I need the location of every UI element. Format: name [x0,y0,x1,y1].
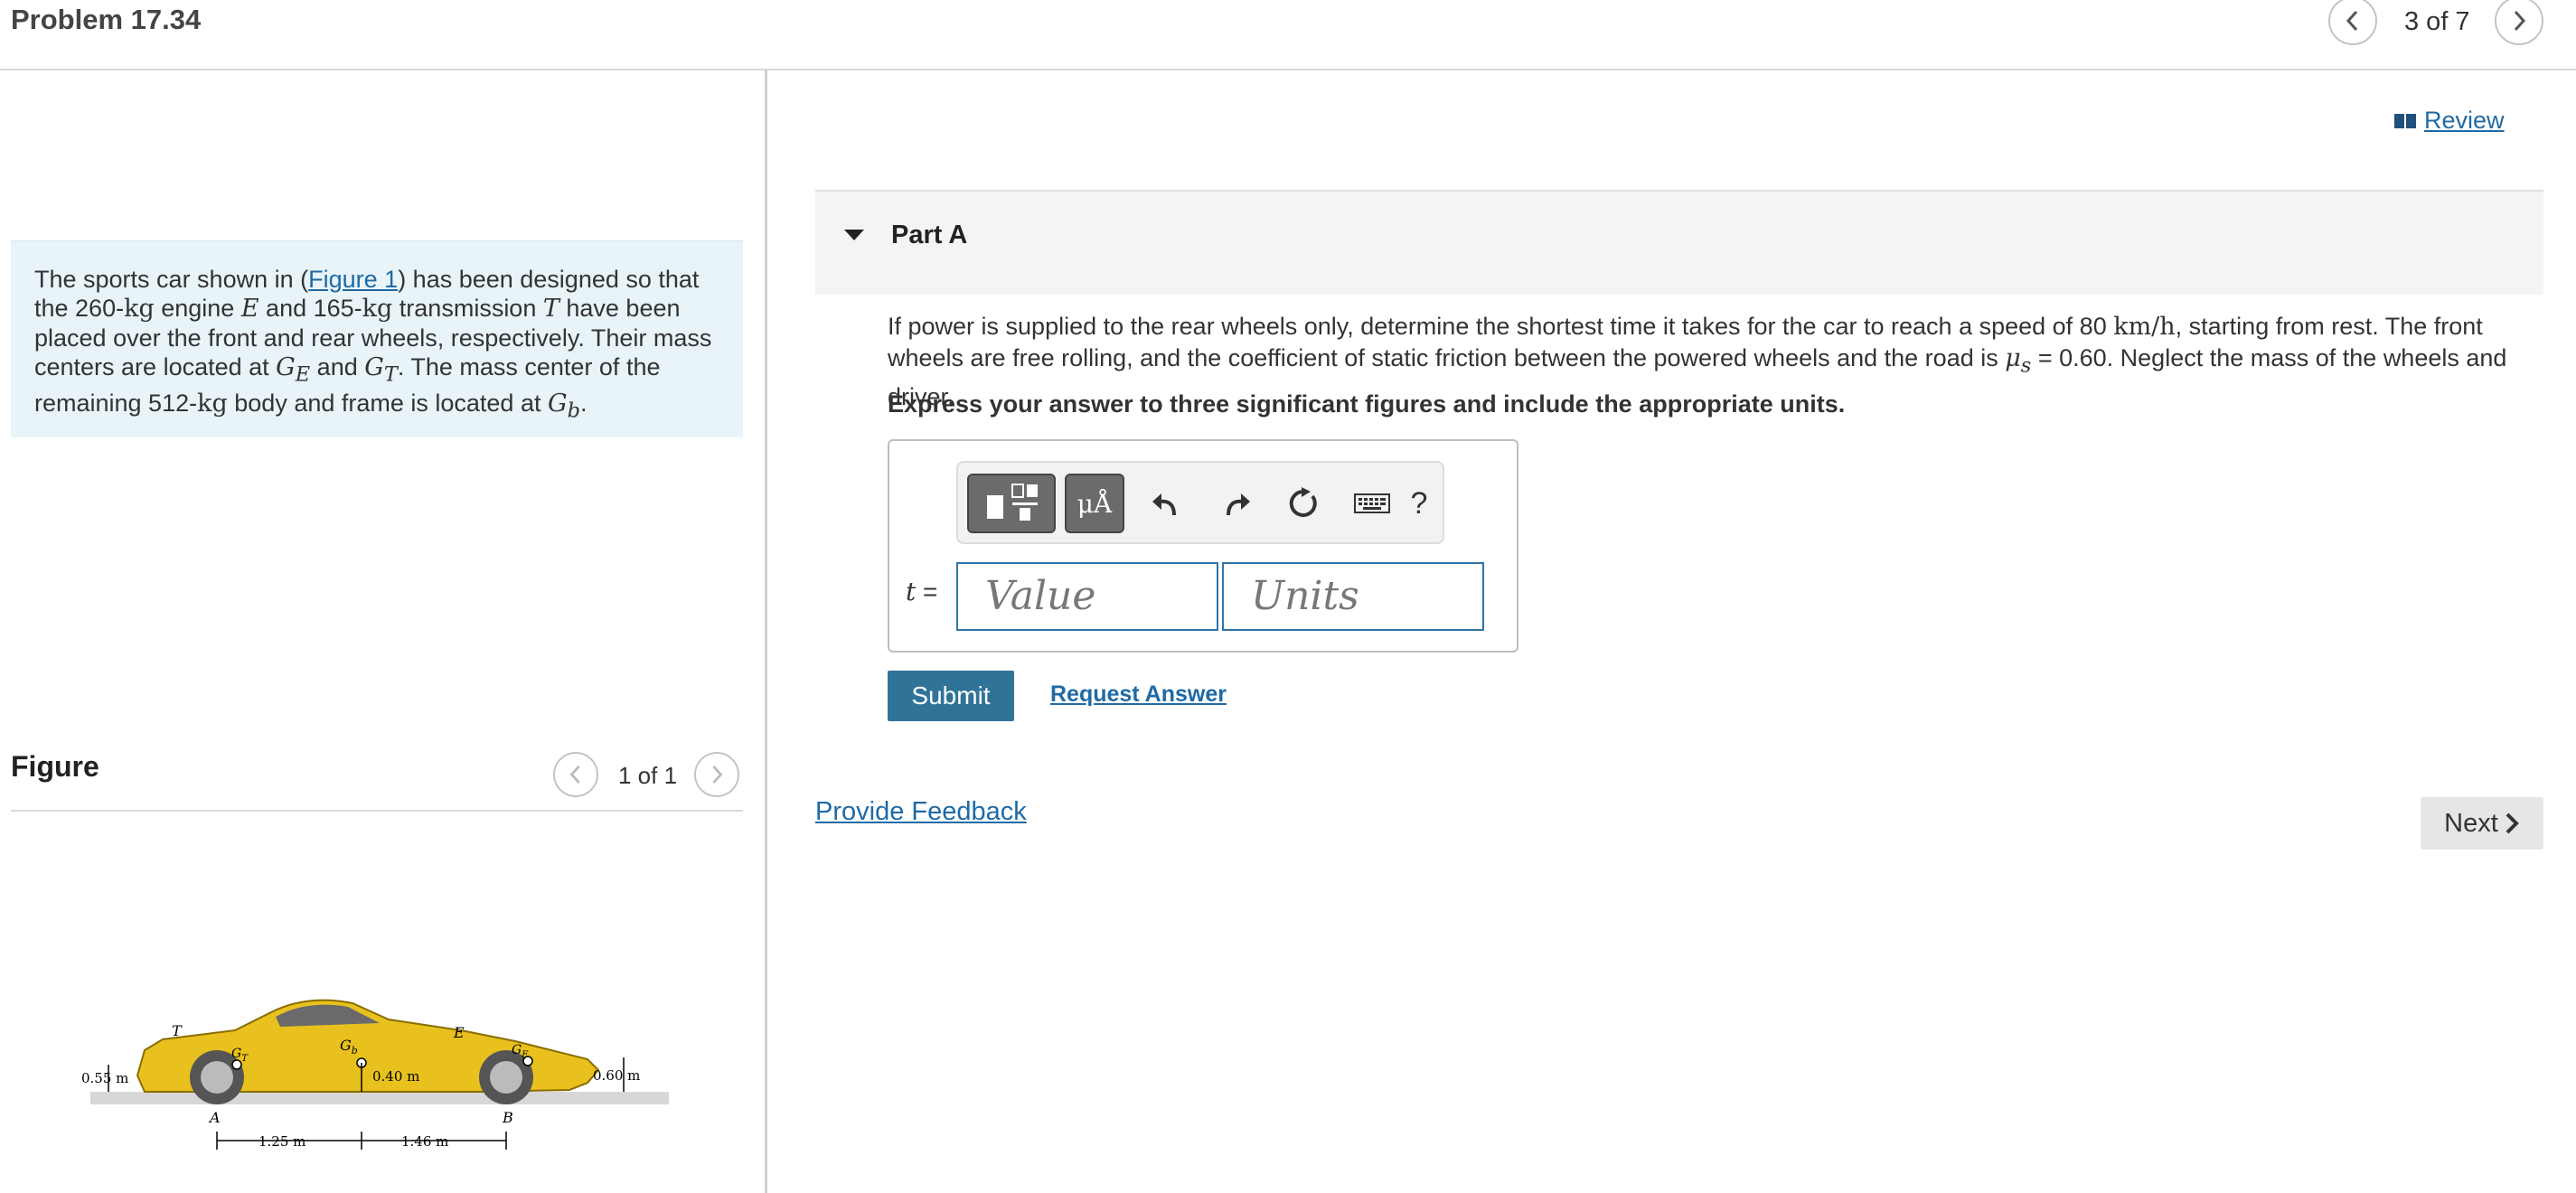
next-label: Next [2444,808,2498,838]
book-icon [2394,113,2416,128]
submit-button[interactable]: Submit [888,671,1014,721]
dim-146: 1.46 m [401,1133,448,1150]
unit-kg: kg [124,295,155,323]
templates-button[interactable] [967,474,1056,533]
pane-divider[interactable] [765,70,767,1193]
ground [90,1092,669,1104]
problem-title: Problem 17.34 [11,4,202,35]
math-toolbar: μÅ ? [956,461,1444,544]
intro-text: and 165- [259,295,362,322]
intro-text: body and frame is located at [227,390,548,418]
answer-box: μÅ ? t = Value Units [888,439,1518,653]
reset-button[interactable] [1276,474,1330,533]
chevron-left-icon [2346,10,2358,32]
unit-kmh: km/h [2113,313,2176,341]
label-b: B [502,1109,513,1126]
figure-divider [11,810,743,812]
redo-icon [1227,493,1250,516]
undo-icon [1152,493,1176,516]
chevron-right-icon [712,765,723,784]
label-a: A [208,1109,221,1126]
next-problem-button[interactable] [2495,0,2543,45]
chevron-left-icon [569,765,580,784]
intro-text: The sports car shown in ( [34,266,309,293]
next-button[interactable]: Next [2421,797,2543,850]
symbol-mu: μ [2005,344,2021,372]
intro-text: engine [154,295,241,322]
units-input[interactable]: Units [1222,562,1484,631]
next-figure-button[interactable] [694,752,739,797]
chevron-right-icon [2505,813,2519,834]
symbol-ge: G [276,353,296,381]
dim-055: 0.55 m [81,1070,128,1086]
keyboard-icon [1354,493,1390,513]
provide-feedback-link[interactable]: Provide Feedback [815,797,1027,827]
symbol-gb: G [547,390,568,418]
reset-icon [1289,487,1317,517]
answer-instruction: Express your answer to three significant… [888,390,1846,418]
undo-button[interactable] [1139,474,1193,533]
symbol-gt: G [364,353,384,381]
unit-kg: kg [197,390,228,418]
symbol-mu-sub: s [2020,353,2032,378]
symbol-ge-sub: E [295,362,311,387]
keyboard-button[interactable] [1345,474,1399,533]
figure-title: Figure [11,750,99,783]
redo-button[interactable] [1209,474,1264,533]
review-link[interactable]: Review [2393,107,2505,135]
variable-label: t = [906,577,938,606]
problem-pager: 3 of 7 [2404,7,2470,36]
sports-car-figure[interactable]: T Gb E GT GE A B 0.55 m 0.40 m 0.60 m 1.… [81,976,678,1157]
symbol-e: E [240,295,259,323]
dim-040: 0.40 m [372,1068,419,1085]
value-input[interactable]: Value [956,562,1218,631]
dim-060: 0.60 m [593,1067,640,1084]
help-button[interactable]: ? [1392,474,1446,533]
symbol-gt-sub: T [383,362,398,387]
symbol-gb-sub: b [567,399,580,423]
figure-link[interactable]: Figure 1 [308,266,398,293]
intro-text: . [579,390,588,418]
caret-down-icon [844,230,864,240]
problem-statement: The sports car shown in (Figure 1) has b… [11,240,743,437]
label-t: T [172,1022,183,1039]
symbols-button[interactable]: μÅ [1065,474,1124,533]
previous-figure-button[interactable] [553,752,598,797]
problem-header: Problem 17.34 3 of 7 [0,0,2576,70]
templates-icon [987,484,1038,521]
figure-pager: 1 of 1 [618,762,678,789]
previous-problem-button[interactable] [2328,0,2377,45]
request-answer-link[interactable]: Request Answer [1050,681,1227,708]
part-a-header[interactable]: Part A [815,190,2543,295]
review-label: Review [2424,107,2505,134]
dim-125: 1.25 m [259,1133,306,1150]
label-e: E [453,1024,465,1041]
intro-text: and [310,353,365,380]
part-a-label: Part A [891,221,968,249]
unit-kg: kg [362,295,393,323]
chevron-right-icon [2514,10,2526,32]
intro-text: transmission [392,295,543,322]
symbol-t: T [542,295,559,323]
